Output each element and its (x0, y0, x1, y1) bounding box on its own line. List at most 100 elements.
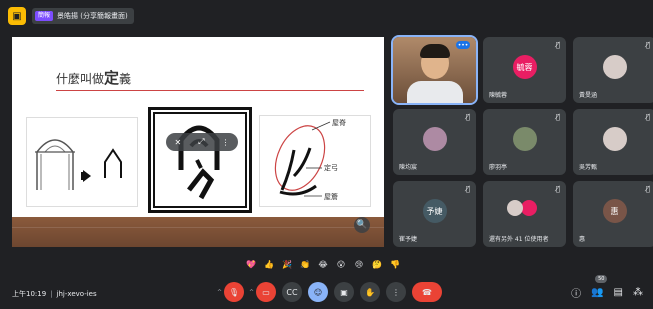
present-button[interactable]: ▣ (334, 282, 354, 302)
presentation-app-icon: ▣ (8, 7, 26, 25)
camera-toggle-button[interactable]: ^ ▭ (249, 282, 276, 302)
annotated-character (274, 121, 331, 197)
annotation-fixed-bow: 定弓 (324, 164, 338, 172)
mic-off-icon: 🎙 (228, 287, 240, 297)
more-vert-icon[interactable]: ⋮ (221, 138, 229, 147)
chat-icon[interactable]: ▤ (614, 287, 623, 298)
leave-call-button[interactable]: ☎ (412, 282, 442, 302)
meeting-info: 上午10:19 | jhj-xevo-ies (12, 289, 97, 299)
avatar (602, 127, 627, 151)
participant-name: 廖羽亭 (489, 164, 508, 171)
slide-image-gate (26, 117, 138, 207)
reaction-clap[interactable]: 👏 (298, 257, 312, 271)
participant-tile-presenter[interactable]: ••• (391, 35, 478, 105)
expand-icon[interactable]: ⤢ (198, 137, 204, 147)
participant-tile[interactable]: 🎙̸ 廖羽亭 (483, 109, 566, 175)
participant-tile[interactable]: 🎙̸ 黃旻涵 (573, 37, 653, 103)
top-bar: ▣ 簡報 景皓揚 (分享簡報畫面) (8, 6, 134, 26)
mic-toggle-button[interactable]: ^ 🎙 (217, 282, 244, 302)
presenter-label: 景皓揚 (分享簡報畫面) (57, 12, 128, 20)
avatar: 予婕 (422, 199, 447, 223)
participant-tile[interactable]: 🎙̸ 予婕 崔予婕 (393, 181, 476, 247)
chevron-up-icon[interactable]: ^ (249, 289, 254, 296)
avatar-stack (520, 200, 537, 216)
participant-count-badge: 50 (595, 274, 608, 283)
pin-off-icon[interactable]: ✕ (174, 138, 181, 147)
more-options-icon[interactable]: ••• (456, 41, 470, 49)
slide-title-prefix: 什麼叫做 (56, 72, 105, 86)
zoom-icon[interactable]: 🔍 (354, 217, 370, 233)
participant-tile[interactable]: 🎙̸ 毓蓉 陳毓蓉 (483, 37, 566, 103)
captions-icon: CC (286, 287, 298, 297)
gate-diagram (35, 139, 122, 190)
mic-off-icon: 🎙̸ (645, 113, 650, 121)
more-options-button[interactable]: ⋮ (386, 282, 406, 302)
call-controls: ^ 🎙 ^ ▭ CC ☺ ▣ ✋ ⋮ ☎ (217, 282, 442, 302)
reaction-thinking[interactable]: 🤔 (370, 257, 384, 271)
meet-window: ▣ 簡報 景皓揚 (分享簡報畫面) 什麼叫做定義 ✕ ⤢ ⋮ 屋脊 定弓 屋簷 … (0, 0, 653, 309)
slide-image-annotated: 屋脊 定弓 屋簷 (259, 115, 371, 207)
people-icon: 👥 (591, 286, 604, 298)
avatar (602, 55, 627, 79)
slide-title: 什麼叫做定義 (56, 67, 131, 88)
meeting-code: jhj-xevo-ies (56, 290, 97, 298)
annotation-eaves: 屋簷 (324, 193, 338, 201)
participant-name: 惠 (579, 236, 586, 243)
participant-name: 崔予婕 (399, 236, 418, 243)
slide-floor-background (12, 217, 384, 247)
mic-off-icon: 🎙̸ (465, 113, 470, 121)
participant-name: 陳均宸 (399, 164, 418, 171)
avatar (422, 127, 447, 151)
reaction-sad[interactable]: 😢 (352, 257, 366, 271)
reaction-laugh[interactable]: 😂 (316, 257, 330, 271)
slide-title-suffix: 義 (119, 72, 132, 86)
emoji-button[interactable]: ☺ (308, 282, 328, 302)
title-underline (56, 90, 364, 91)
present-screen-icon: ▣ (340, 287, 348, 297)
participant-name: 黃旻涵 (579, 92, 598, 99)
reaction-party[interactable]: 🎉 (280, 257, 294, 271)
videocam-off-icon: ▭ (262, 287, 270, 297)
slide-image-character (148, 107, 252, 213)
mic-off-icon: 🎙̸ (645, 185, 650, 193)
people-button[interactable]: 50 👥 (591, 274, 608, 298)
mic-off-icon: 🎙̸ (555, 113, 560, 121)
side-panel-controls: ⓘ 50 👥 ▤ ⁂ (571, 274, 643, 302)
slide-title-emphasis: 定 (104, 69, 120, 87)
participant-name: 陳毓蓉 (489, 92, 508, 99)
presentation-overlay-controls: ✕ ⤢ ⋮ (166, 133, 238, 151)
ancient-character-glyph (178, 125, 220, 200)
presentation-stage[interactable]: 什麼叫做定義 ✕ ⤢ ⋮ 屋脊 定弓 屋簷 🔍 (12, 37, 384, 247)
mic-off-icon: 🎙̸ (555, 41, 560, 49)
participant-tile-overflow[interactable]: 🎙̸ 還有另外 41 位使用者 (483, 181, 566, 247)
raise-hand-button[interactable]: ✋ (360, 282, 380, 302)
annotation-roof-ridge: 屋脊 (332, 119, 346, 127)
chevron-up-icon[interactable]: ^ (217, 289, 222, 296)
meeting-time: 上午10:19 (12, 290, 47, 298)
participant-tile[interactable]: 🎙̸ 陳均宸 (393, 109, 476, 175)
activities-icon[interactable]: ⁂ (633, 287, 643, 298)
mic-off-icon: 🎙̸ (555, 185, 560, 193)
reaction-thumbs-up[interactable]: 👍 (262, 257, 276, 271)
avatar-stack-secondary (506, 200, 523, 216)
avatar: 毓蓉 (512, 55, 537, 79)
mic-off-icon: 🎙̸ (465, 185, 470, 193)
avatar: 惠 (602, 199, 627, 223)
reaction-surprised[interactable]: 😮 (334, 257, 348, 271)
hand-icon: ✋ (365, 287, 375, 297)
participant-name: 吳芳甄 (579, 164, 598, 171)
info-icon[interactable]: ⓘ (571, 285, 581, 300)
meta-separator: | (50, 290, 53, 298)
reaction-heart[interactable]: 💖 (244, 257, 258, 271)
reactions-bar: 💖 👍 🎉 👏 😂 😮 😢 🤔 👎 (244, 256, 402, 272)
present-tag: 簡報 (35, 11, 54, 21)
reaction-thumbs-down[interactable]: 👎 (388, 257, 402, 271)
participant-tile[interactable]: 🎙̸ 惠 惠 (573, 181, 653, 247)
captions-button[interactable]: CC (282, 282, 302, 302)
call-end-icon: ☎ (422, 287, 432, 297)
participant-tile[interactable]: 🎙̸ 吳芳甄 (573, 109, 653, 175)
overflow-participants-label: 還有另外 41 位使用者 (489, 236, 549, 243)
presenting-chip[interactable]: 簡報 景皓揚 (分享簡報畫面) (32, 8, 134, 24)
mic-off-icon: 🎙̸ (645, 41, 650, 49)
emoji-icon: ☺ (313, 287, 323, 297)
